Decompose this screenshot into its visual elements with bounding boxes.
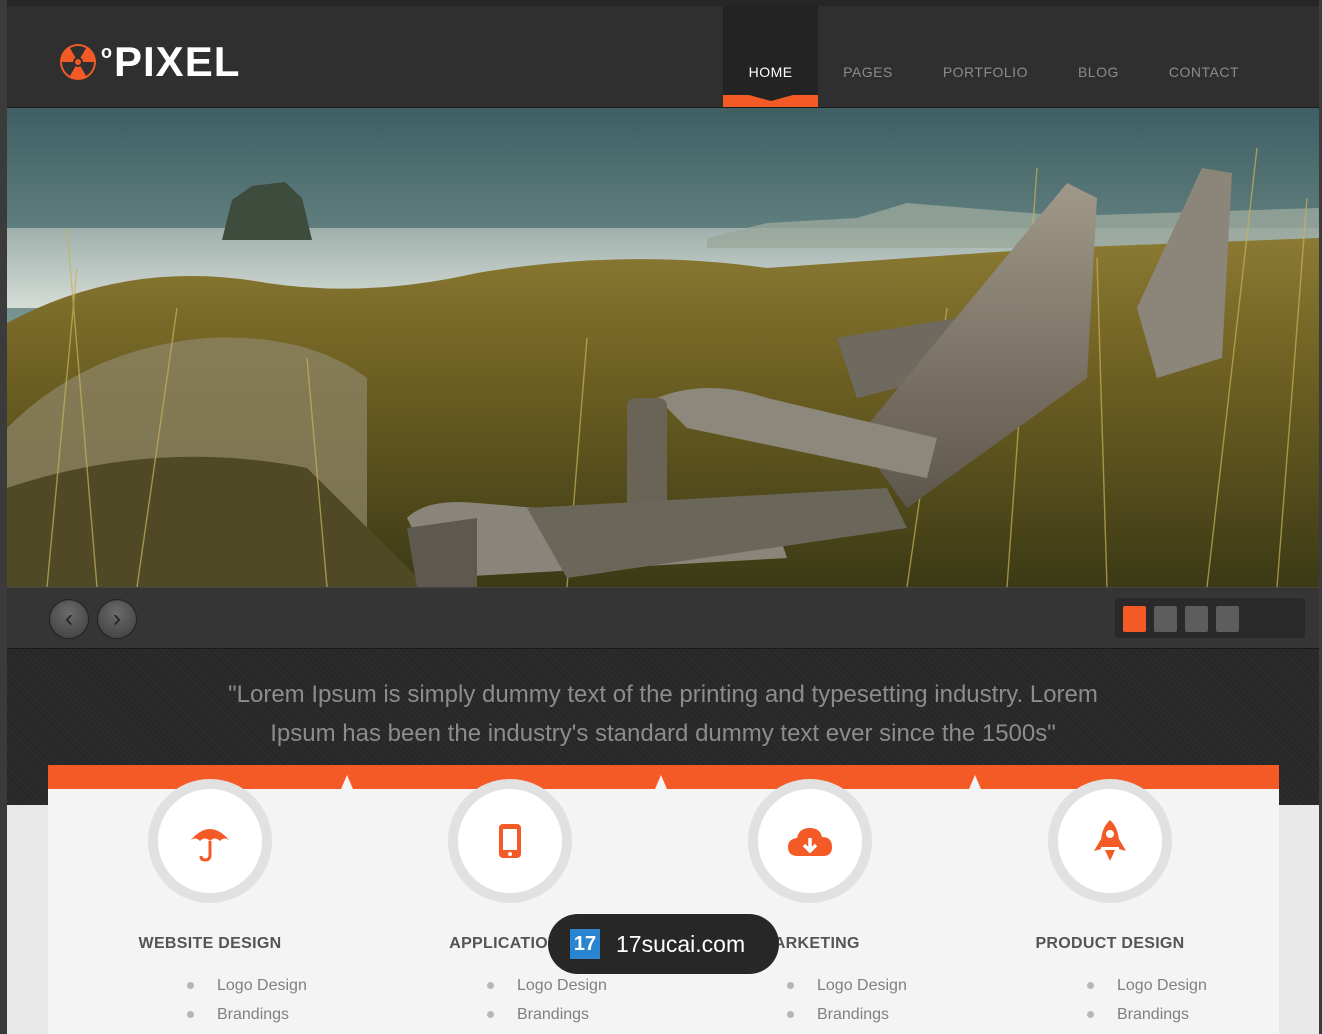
nav-contact[interactable]: CONTACT <box>1144 6 1319 107</box>
nav-pages-label: PAGES <box>843 64 893 80</box>
logo-radiation-icon <box>60 44 96 80</box>
slider-dot-3[interactable] <box>1185 606 1208 632</box>
site-logo[interactable]: o PIXEL <box>59 40 240 84</box>
list-item[interactable]: Logo Design <box>187 971 340 1000</box>
feature-list: Logo Design Brandings <box>980 971 1240 1029</box>
slider-dot-4[interactable] <box>1216 606 1239 632</box>
features-section: WEBSITE DESIGN Logo Design Brandings APP… <box>48 765 1279 1034</box>
feature-title: WEBSITE DESIGN <box>138 935 282 952</box>
nav-blog-label: BLOG <box>1077 64 1119 80</box>
feature-list: Logo Design Brandings <box>80 971 340 1029</box>
logo-superscript: o <box>101 42 112 62</box>
chevron-left-icon: ‹ <box>65 605 73 632</box>
watermark-badge: 17 17sucai.com <box>548 914 779 974</box>
mobile-phone-icon <box>499 824 521 858</box>
feature-title: PRODUCT DESIGN <box>1035 935 1185 952</box>
feature-icon-circle[interactable] <box>748 779 872 903</box>
feature-icon-circle[interactable] <box>148 779 272 903</box>
feature-list: Logo Design Brandings <box>680 971 940 1029</box>
list-item[interactable]: Brandings <box>187 1000 340 1029</box>
slider-controls: ‹ › <box>7 587 1319 650</box>
intro-quote: "Lorem Ipsum is simply dummy text of the… <box>167 675 1159 753</box>
feature-website-design: WEBSITE DESIGN Logo Design Brandings <box>80 779 340 1029</box>
feature-applications: APPLICATIONS Logo Design Brandings <box>380 779 640 1029</box>
slider-next-button[interactable]: › <box>97 599 137 639</box>
list-item[interactable]: Brandings <box>487 1000 640 1029</box>
nav-pages[interactable]: PAGES <box>818 6 918 107</box>
umbrella-icon <box>190 829 230 862</box>
list-item[interactable]: Brandings <box>1087 1000 1240 1029</box>
feature-marketing: MARKETING Logo Design Brandings <box>680 779 940 1029</box>
feature-icon-circle[interactable] <box>1048 779 1172 903</box>
quote-line-1: "Lorem Ipsum is simply dummy text of the… <box>228 681 1098 708</box>
nav-portfolio-label: PORTFOLIO <box>942 64 1028 80</box>
slider-dot-2[interactable] <box>1154 606 1177 632</box>
chevron-right-icon: › <box>113 605 121 632</box>
slider-dot-1[interactable] <box>1123 606 1146 632</box>
feature-product-design: PRODUCT DESIGN Logo Design Brandings <box>980 779 1240 1029</box>
cloud-download-icon <box>788 828 832 856</box>
watermark-logo: 17 <box>570 929 600 959</box>
site-header: o PIXEL HOME PAGES PORTFOLIO BLOG CONTAC… <box>7 6 1319 108</box>
slider-prev-button[interactable]: ‹ <box>49 599 89 639</box>
list-item[interactable]: Logo Design <box>787 971 940 1000</box>
quote-line-2: Ipsum has been the industry's standard d… <box>270 720 1056 747</box>
strip-notch <box>650 775 672 801</box>
nav-active-indicator <box>723 95 819 107</box>
feature-icon-circle[interactable] <box>448 779 572 903</box>
main-nav: HOME PAGES PORTFOLIO BLOG CONTACT <box>723 6 1319 107</box>
watermark-text: 17sucai.com <box>616 930 746 957</box>
list-item[interactable]: Logo Design <box>1087 971 1240 1000</box>
nav-portfolio[interactable]: PORTFOLIO <box>918 6 1053 107</box>
nav-blog[interactable]: BLOG <box>1053 6 1144 107</box>
nav-contact-label: CONTACT <box>1168 64 1239 80</box>
hero-slide-image <box>7 108 1319 587</box>
slider-pagination <box>1115 598 1305 638</box>
nav-home[interactable]: HOME <box>723 6 819 107</box>
list-item[interactable]: Logo Design <box>487 971 640 1000</box>
feature-list: Logo Design Brandings <box>380 971 640 1029</box>
list-item[interactable]: Brandings <box>787 1000 940 1029</box>
logo-text: PIXEL <box>114 38 241 85</box>
nav-home-label: HOME <box>748 64 793 80</box>
rocket-icon <box>1094 820 1126 861</box>
